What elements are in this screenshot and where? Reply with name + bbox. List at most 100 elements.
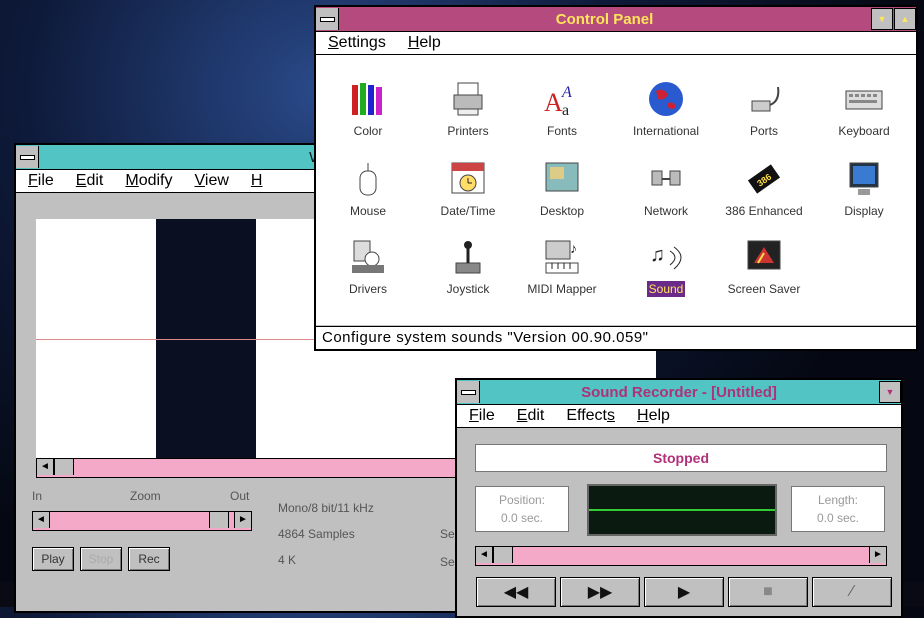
selection-label-2: Se: [440, 555, 455, 569]
fonts-icon: AAa: [542, 79, 582, 119]
system-menu-box[interactable]: [457, 381, 480, 403]
ports-icon: [744, 79, 784, 119]
system-menu-box[interactable]: [316, 8, 339, 30]
cp-label-network: Network: [643, 204, 688, 218]
cp-item-mouse[interactable]: Mouse: [320, 159, 416, 220]
fast-forward-icon: ▶▶: [587, 584, 613, 601]
control-panel-status-bar: Configure system sounds "Version 00.90.0…: [316, 326, 916, 349]
control-panel-titlebar[interactable]: Control Panel ▼ ▲: [316, 7, 916, 32]
system-menu-box[interactable]: [16, 146, 39, 168]
scroll-right-button[interactable]: ►: [869, 547, 886, 563]
cp-item-display[interactable]: Display: [816, 159, 912, 220]
menu-help[interactable]: Help: [637, 407, 670, 425]
stop-icon: ■: [763, 583, 773, 600]
display-icon: [844, 159, 884, 199]
menu-modify[interactable]: Modify: [125, 172, 172, 190]
position-display: Position: 0.0 sec.: [475, 486, 569, 532]
svg-text:A: A: [544, 88, 563, 117]
minimize-button[interactable]: ▼: [879, 381, 901, 403]
cp-label-drivers: Drivers: [349, 282, 387, 296]
mouse-icon: [348, 159, 388, 199]
cp-item-network[interactable]: Network: [618, 159, 714, 220]
play-button[interactable]: Play: [32, 547, 74, 571]
cp-item-international[interactable]: International: [618, 79, 714, 140]
waveform-selection: [156, 219, 256, 463]
rewind-button[interactable]: ◀◀: [476, 577, 556, 607]
stop-button[interactable]: Stop: [80, 547, 122, 571]
midi-icon: ♪: [542, 237, 582, 277]
menu-edit[interactable]: Edit: [517, 407, 545, 425]
size-text: 4 K: [278, 553, 297, 567]
record-button[interactable]: ⁄: [812, 577, 892, 607]
zoom-out-label: Out: [230, 489, 250, 503]
fast-forward-button[interactable]: ▶▶: [560, 577, 640, 607]
menu-settings[interactable]: Settings: [328, 34, 386, 52]
scroll-thumb[interactable]: [54, 459, 74, 475]
menu-edit[interactable]: Edit: [76, 172, 104, 190]
cp-label-international: International: [632, 124, 700, 138]
status-display: Stopped: [475, 444, 887, 472]
sound-recorder-title: Sound Recorder - [Untitled]: [581, 383, 777, 401]
keyboard-icon: [844, 79, 884, 119]
position-scrollbar[interactable]: ◄ ►: [475, 546, 887, 566]
cp-label-sound: Sound: [646, 281, 686, 297]
menu-help[interactable]: H: [251, 172, 263, 190]
cp-item-printers[interactable]: Printers: [420, 79, 516, 140]
cp-label-ports: Ports: [749, 124, 778, 138]
datetime-icon: [448, 159, 488, 199]
cp-label-datetime: Date/Time: [440, 204, 496, 218]
cp-item-midi-mapper[interactable]: ♪ MIDI Mapper: [514, 237, 610, 298]
format-text: Mono/8 bit/11 kHz: [278, 501, 374, 515]
samples-text: 4864 Samples: [278, 527, 355, 541]
control-panel-icon-area: Color Printers AAa Fonts International P…: [316, 55, 916, 325]
cp-label-color: Color: [353, 124, 383, 138]
zoom-slider[interactable]: ◄ ►: [32, 511, 252, 531]
cp-item-screen-saver[interactable]: Screen Saver: [716, 237, 812, 298]
cp-item-color[interactable]: Color: [320, 79, 416, 140]
play-button[interactable]: ▶: [644, 577, 724, 607]
scroll-thumb[interactable]: [493, 547, 513, 563]
control-panel-window: Control Panel ▼ ▲ Settings Help Color Pr…: [314, 5, 918, 351]
rec-button[interactable]: Rec: [128, 547, 170, 571]
menu-view[interactable]: View: [195, 172, 229, 190]
minimize-button[interactable]: ▼: [871, 8, 893, 30]
svg-text:a: a: [562, 102, 569, 119]
cp-label-386-enhanced: 386 Enhanced: [725, 204, 803, 218]
cp-item-drivers[interactable]: Drivers: [320, 237, 416, 298]
zoom-left-button[interactable]: ◄: [33, 512, 50, 528]
chip-icon: 386: [744, 159, 784, 199]
stop-button[interactable]: ■: [728, 577, 808, 607]
zoom-label: Zoom: [130, 489, 161, 503]
printers-icon: [448, 79, 488, 119]
menu-effects[interactable]: Effects: [566, 407, 615, 425]
waveform-display: [587, 484, 777, 536]
cp-item-fonts[interactable]: AAa Fonts: [514, 79, 610, 140]
control-panel-title: Control Panel: [555, 10, 654, 28]
cp-item-joystick[interactable]: Joystick: [420, 237, 516, 298]
cp-label-fonts: Fonts: [546, 124, 577, 138]
length-label: Length:: [817, 493, 859, 507]
menu-help[interactable]: Help: [408, 34, 441, 52]
menu-file[interactable]: File: [28, 172, 54, 190]
cp-item-sound[interactable]: ♫ Sound: [618, 237, 714, 298]
zoom-thumb[interactable]: [209, 512, 229, 528]
menu-file[interactable]: File: [469, 407, 495, 425]
control-panel-menubar: Settings Help: [316, 32, 916, 55]
sound-recorder-titlebar[interactable]: Sound Recorder - [Untitled] ▼: [457, 380, 901, 405]
cp-item-ports[interactable]: Ports: [716, 79, 812, 140]
cp-item-datetime[interactable]: Date/Time: [420, 159, 516, 220]
position-value: 0.0 sec.: [500, 511, 544, 525]
zoom-right-button[interactable]: ►: [234, 512, 251, 528]
network-icon: [646, 159, 686, 199]
cp-item-keyboard[interactable]: Keyboard: [816, 79, 912, 140]
scroll-left-button[interactable]: ◄: [37, 459, 54, 475]
cp-item-desktop[interactable]: Desktop: [514, 159, 610, 220]
zoom-in-label: In: [32, 489, 43, 503]
scroll-left-button[interactable]: ◄: [476, 547, 493, 563]
length-value: 0.0 sec.: [816, 511, 860, 525]
maximize-button[interactable]: ▲: [894, 8, 916, 30]
cp-item-386-enhanced[interactable]: 386 386 Enhanced: [716, 159, 812, 220]
cp-label-screen-saver: Screen Saver: [727, 282, 801, 296]
cp-label-mouse: Mouse: [349, 204, 387, 218]
screensaver-icon: [744, 237, 784, 277]
